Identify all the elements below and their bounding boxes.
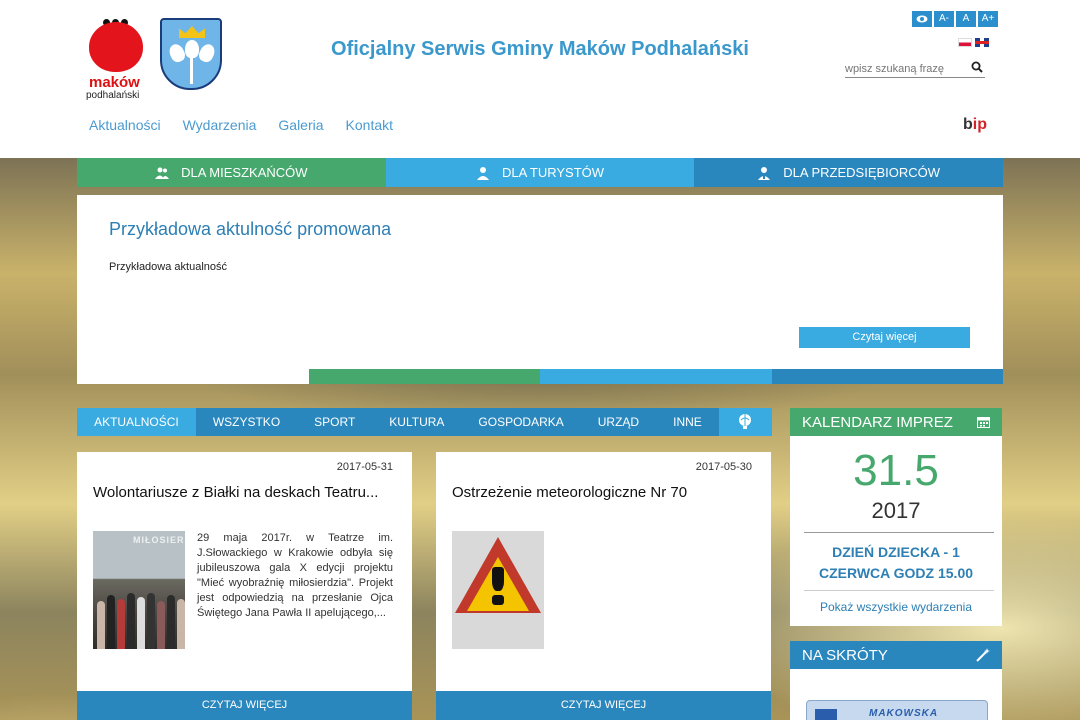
promo-panel: Przykładowa aktulność promowana Przykład… (77, 195, 1003, 384)
promo-read-more-button[interactable]: Czytaj więcej (799, 327, 970, 348)
news-card[interactable]: 2017-05-31 Wolontariusze z Białki na des… (77, 452, 412, 720)
search-icon[interactable] (971, 61, 983, 73)
coat-of-arms-icon (160, 18, 222, 90)
logo-text-sub: podhalański (86, 90, 140, 101)
stem (190, 58, 193, 84)
makow-logo[interactable]: maków podhalański (86, 14, 148, 102)
tab-gospodarka[interactable]: GOSPODARKA (461, 408, 580, 436)
bip-logo[interactable]: bip (963, 116, 987, 134)
calendar-icon[interactable] (977, 416, 990, 428)
promo-bar-white (77, 369, 309, 384)
tab-business-label: DLA PRZEDSIĘBIORCÓW (783, 165, 941, 180)
tab-sport[interactable]: SPORT (297, 408, 372, 436)
calendar-event-link[interactable]: DZIEŃ DZIECKA - 1 CZERWCA GODZ 15.00 (804, 542, 988, 584)
polish-flag-icon[interactable] (958, 38, 972, 47)
news-card[interactable]: 2017-05-30 Ostrzeżenie meteorologiczne N… (436, 452, 771, 720)
nav-wydarzenia[interactable]: Wydarzenia (183, 117, 257, 133)
card-title[interactable]: Ostrzeżenie meteorologiczne Nr 70 (452, 484, 762, 501)
exclamation-dot (492, 595, 504, 605)
exclamation-mark (492, 567, 504, 591)
site-header: maków podhalański Oficjalny Serwis Gminy… (0, 0, 1080, 158)
lily-icon (196, 41, 218, 65)
divider (804, 590, 994, 591)
tab-tourists-label: DLA TURYSTÓW (501, 165, 605, 180)
photo-person (147, 593, 155, 649)
calendar-body: 31.5 2017 DZIEŃ DZIECKA - 1 CZERWCA GODZ… (790, 436, 1002, 626)
shortcuts-header: NA SKRÓTY (790, 641, 1002, 669)
font-larger-button[interactable]: A+ (978, 11, 998, 27)
search-box (845, 60, 985, 78)
site-title: Oficjalny Serwis Gminy Maków Podhalański (331, 38, 749, 60)
calendar-header: KALENDARZ IMPREZ (790, 408, 1002, 436)
warning-image[interactable] (452, 531, 544, 649)
logo-heart-icon (89, 22, 143, 72)
divider (804, 532, 994, 533)
business-icon (758, 166, 771, 180)
nav-kontakt[interactable]: Kontakt (346, 117, 393, 133)
photo-person (157, 601, 165, 649)
font-smaller-button[interactable]: A- (934, 11, 954, 27)
photo-person (137, 597, 145, 649)
photo-person (177, 599, 185, 649)
tab-wszystko[interactable]: WSZYSTKO (196, 408, 297, 436)
english-flag-icon[interactable] (975, 38, 989, 47)
balloon-icon[interactable] (718, 408, 772, 436)
read-more-button[interactable]: CZYTAJ WIĘCEJ (77, 691, 412, 720)
photo-person (127, 593, 135, 649)
shortcuts-title: NA SKRÓTY (802, 646, 888, 664)
tab-aktualnosci[interactable]: AKTUALNOŚCI (77, 408, 196, 436)
promo-title[interactable]: Przykładowa aktulność promowana (109, 219, 391, 240)
calendar-year: 2017 (871, 498, 921, 523)
all-events-link[interactable]: Pokaż wszystkie wydarzenia (790, 600, 1002, 614)
card-title[interactable]: Wolontariusze z Białki na deskach Teatru… (93, 484, 403, 501)
promo-text: Przykładowa aktualność (109, 261, 228, 273)
tab-urzad[interactable]: URZĄD (581, 408, 656, 436)
banner-flag-icon (815, 709, 837, 720)
shortcut-banner[interactable]: MAKOWSKA (806, 700, 988, 720)
calendar-title: KALENDARZ IMPREZ (802, 413, 953, 431)
nav-aktualnosci[interactable]: Aktualności (89, 117, 161, 133)
main-nav: Aktualności Wydarzenia Galeria Kontakt (89, 117, 393, 133)
logo-text-main: maków (89, 74, 140, 91)
news-tabs: AKTUALNOŚCI WSZYSTKO SPORT KULTURA GOSPO… (77, 408, 772, 436)
read-more-button[interactable]: CZYTAJ WIĘCEJ (436, 691, 771, 720)
residents-icon (155, 167, 170, 179)
search-input[interactable] (845, 63, 963, 75)
tourist-icon (476, 166, 489, 180)
accessibility-toolbar: A- A A+ (912, 11, 998, 27)
tab-tourists[interactable]: DLA TURYSTÓW (385, 158, 695, 187)
tab-residents[interactable]: DLA MIESZKAŃCÓW (77, 158, 386, 187)
tab-residents-label: DLA MIESZKAŃCÓW (181, 165, 308, 180)
crown-icon (179, 26, 205, 38)
photo-caption: MIŁOSIERDZIA (133, 535, 185, 545)
card-excerpt: 29 maja 2017r. w Teatrze im. J.Słowackie… (197, 532, 393, 619)
promo-bar-darkblue (771, 369, 1003, 384)
nav-galeria[interactable]: Galeria (278, 117, 323, 133)
language-switcher (958, 38, 989, 47)
photo-person (97, 601, 105, 649)
tab-business[interactable]: DLA PRZEDSIĘBIORCÓW (694, 158, 1004, 187)
card-date: 2017-05-31 (336, 461, 393, 473)
lily-icon (166, 41, 188, 65)
font-normal-button[interactable]: A (956, 11, 976, 27)
tab-kultura[interactable]: KULTURA (372, 408, 461, 436)
tab-inne[interactable]: INNE (656, 408, 719, 436)
card-photo[interactable]: MIŁOSIERDZIA (93, 531, 185, 649)
photo-person (167, 595, 175, 649)
calendar-day: 31.5 (853, 446, 939, 495)
bip-prefix: b (963, 116, 973, 133)
contrast-eye-icon[interactable] (912, 11, 932, 27)
promo-bar-lightblue (540, 369, 772, 384)
shortcuts-body: MAKOWSKA (790, 669, 1002, 720)
photo-person (107, 595, 115, 649)
promo-color-bars (77, 369, 1003, 384)
banner-text: MAKOWSKA (869, 708, 939, 719)
magic-wand-icon (976, 648, 990, 662)
promo-bar-green (308, 369, 540, 384)
bip-suffix: ip (972, 116, 987, 133)
lily-icon (185, 40, 199, 58)
card-date: 2017-05-30 (695, 461, 752, 473)
category-tabs: DLA MIESZKAŃCÓW DLA TURYSTÓW DLA PRZEDSI… (77, 158, 1004, 187)
photo-person (117, 599, 125, 649)
